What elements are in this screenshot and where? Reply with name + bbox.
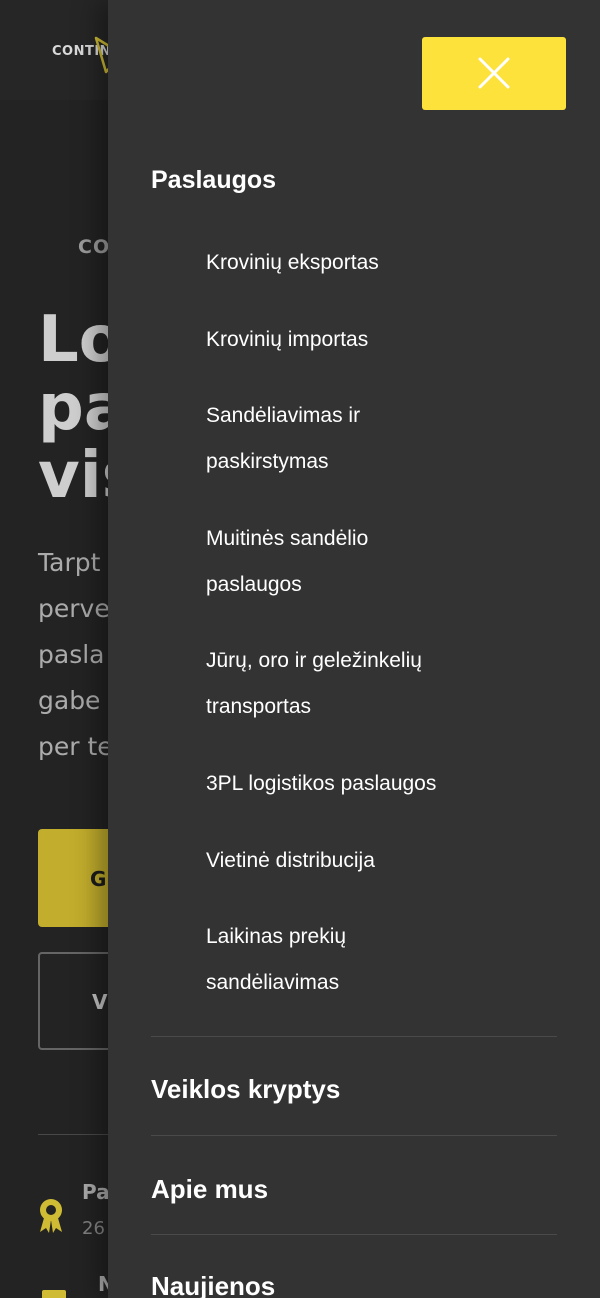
nav-item-apie-mus[interactable]: Apie mus — [151, 1174, 268, 1205]
nav-item-veiklos-kryptys[interactable]: Veiklos kryptys — [151, 1074, 340, 1105]
submenu-item-3pl-logistika[interactable]: 3PL logistikos paslaugos — [206, 761, 546, 807]
nav-divider — [151, 1036, 557, 1037]
services-submenu: Krovinių eksportas Krovinių importas San… — [206, 240, 546, 1036]
submenu-item-laikinas-sandeliavimas[interactable]: Laikinas prekių sandėliavimas — [206, 914, 426, 1006]
submenu-item-juru-oro-transportas[interactable]: Jūrų, oro ir geležinkelių transportas — [206, 638, 496, 730]
nav-divider — [151, 1135, 557, 1136]
submenu-item-sandeliavimas[interactable]: Sandėliavimas ir paskirstymas — [206, 393, 446, 485]
nav-divider — [151, 1234, 557, 1235]
submenu-item-kroviniu-importas[interactable]: Krovinių importas — [206, 317, 546, 363]
nav-item-naujienos[interactable]: Naujienos — [151, 1271, 275, 1298]
nav-section-paslaugos[interactable]: Paslaugos — [151, 166, 276, 195]
nav-drawer: Paslaugos Krovinių eksportas Krovinių im… — [108, 0, 600, 1298]
submenu-item-muitines-sandelis[interactable]: Muitinės sandėlio paslaugos — [206, 516, 446, 608]
submenu-item-vietine-distribucija[interactable]: Vietinė distribucija — [206, 838, 546, 884]
close-icon — [478, 57, 510, 89]
close-button[interactable] — [422, 37, 566, 110]
submenu-item-kroviniu-eksportas[interactable]: Krovinių eksportas — [206, 240, 546, 286]
